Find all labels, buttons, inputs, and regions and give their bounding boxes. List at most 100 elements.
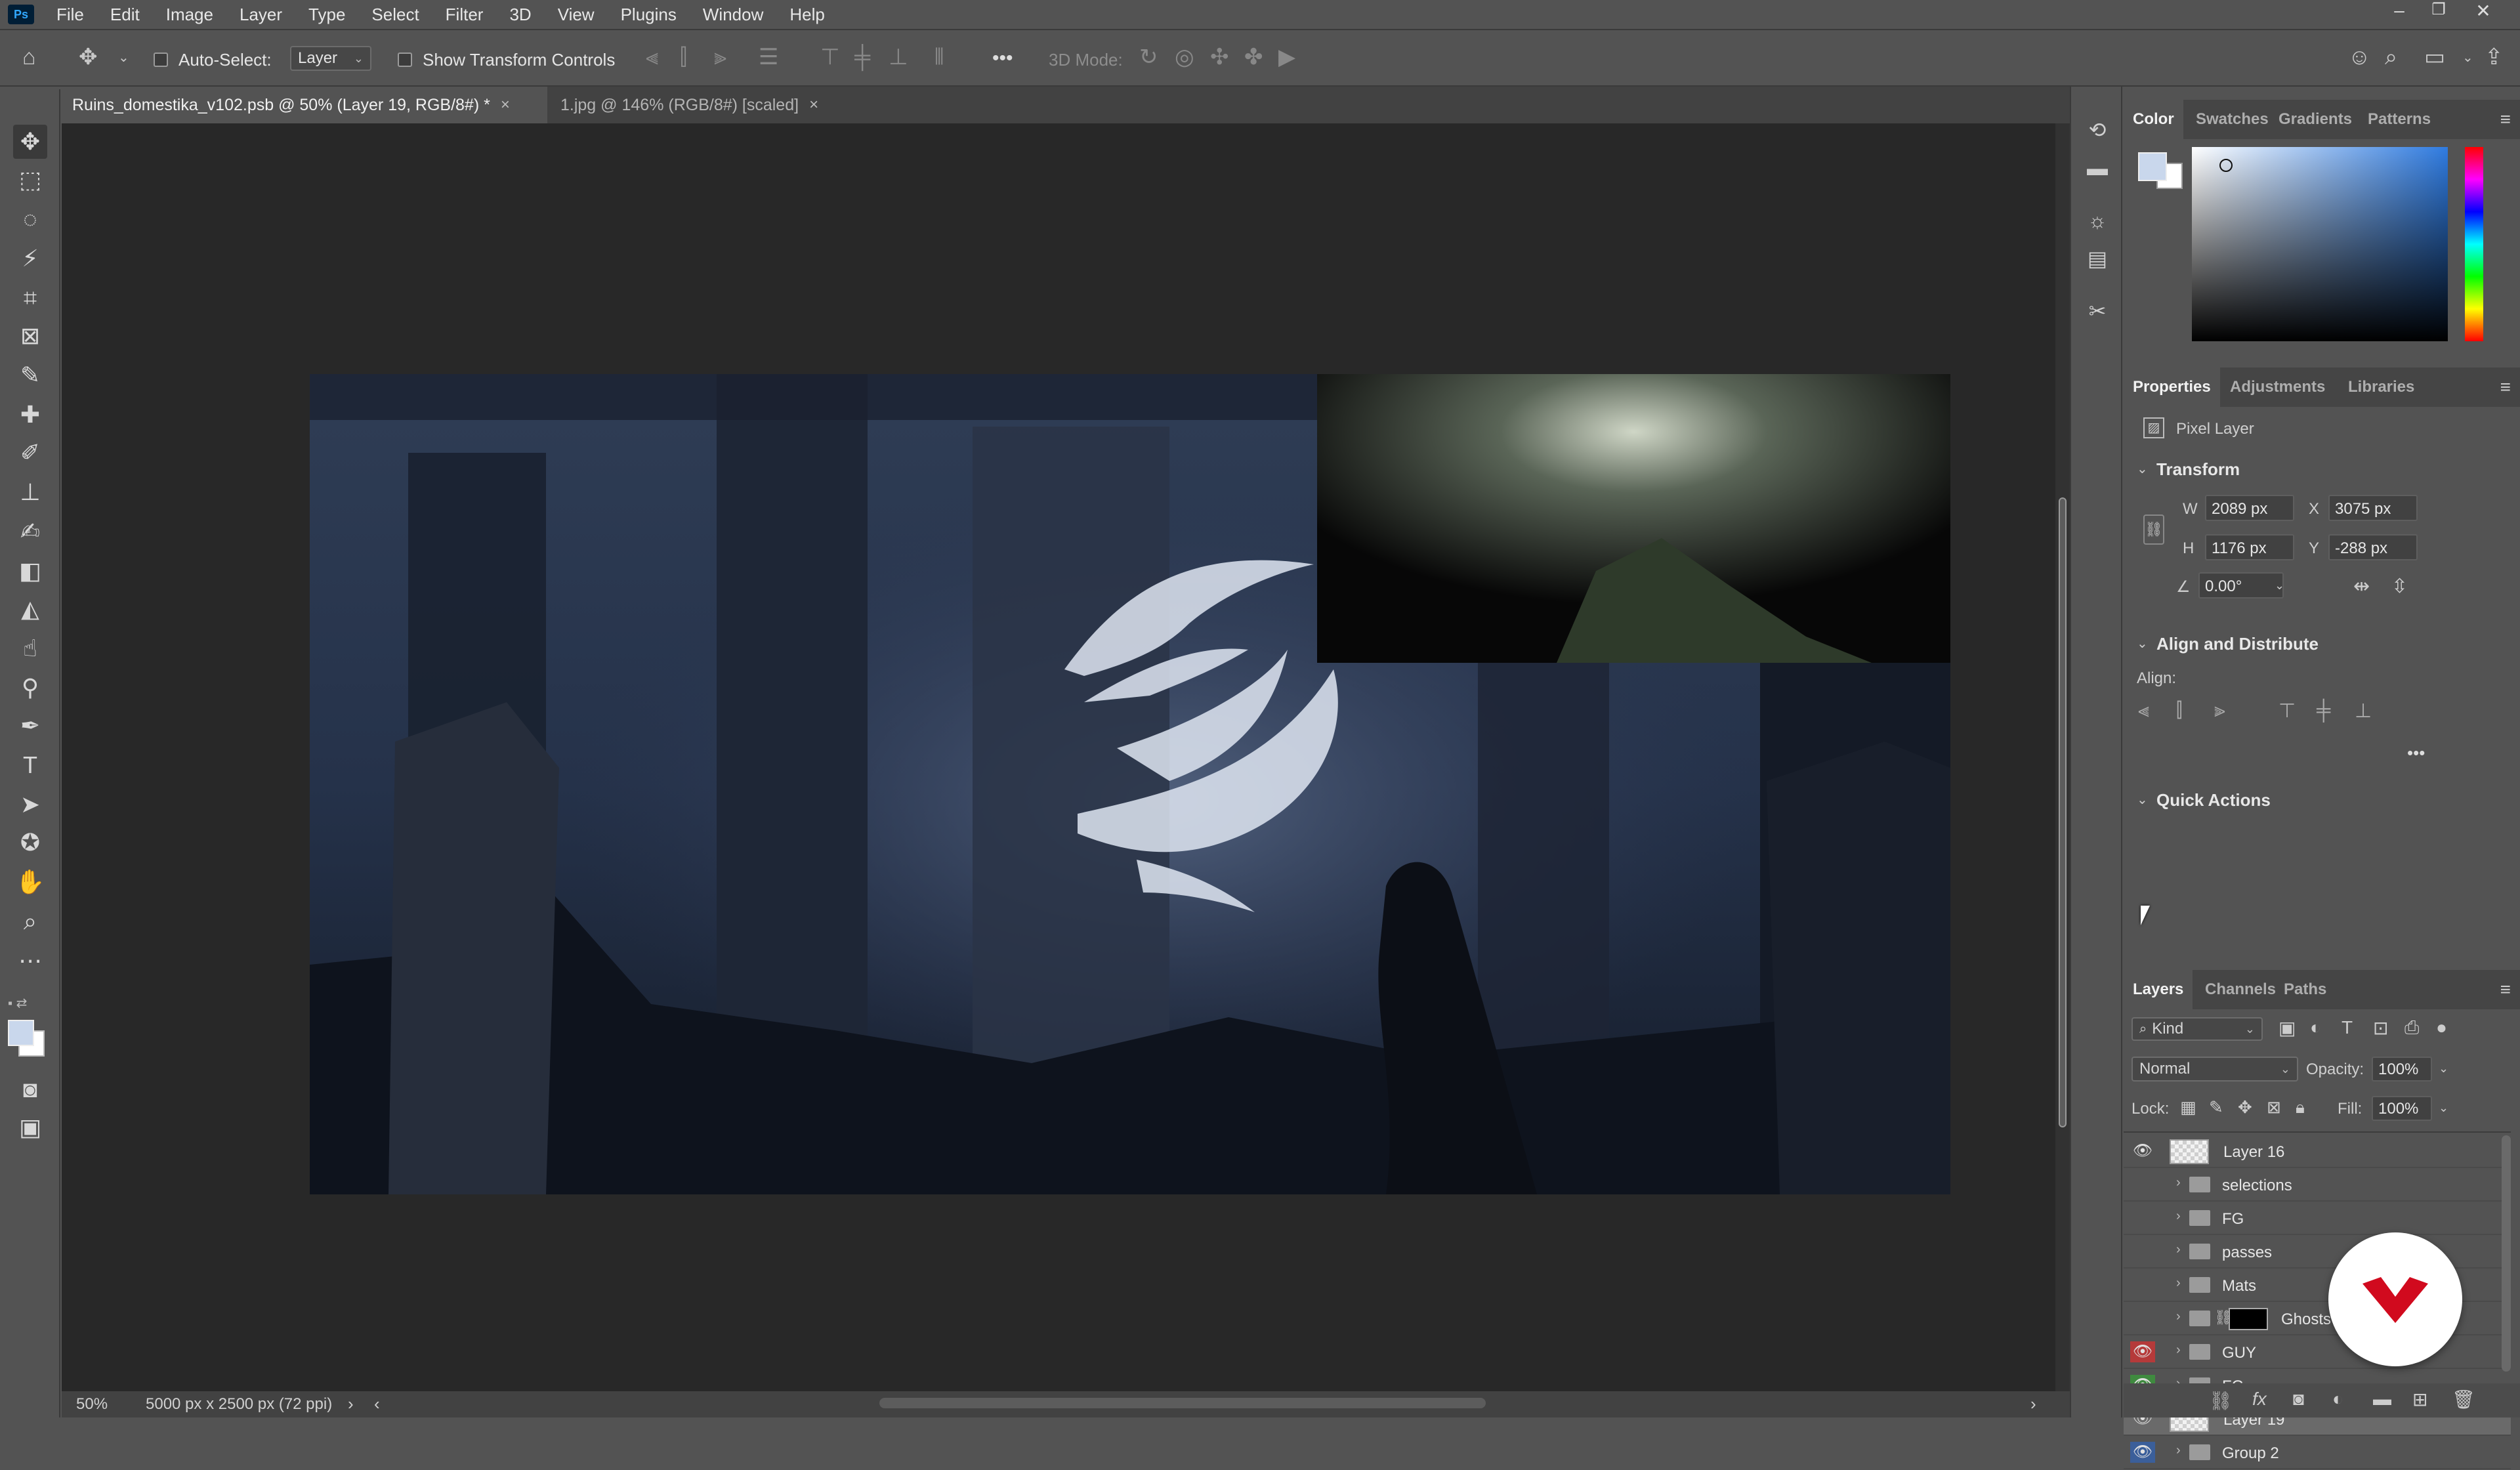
align-bottom-icon[interactable]: ⊥ — [2355, 700, 2372, 723]
height-field[interactable]: 1176 px — [2205, 534, 2294, 560]
stamp-tool-icon[interactable]: ⊥ — [13, 475, 47, 509]
hue-slider[interactable] — [2465, 147, 2483, 341]
layer-row[interactable]: › passes — [2124, 1236, 2511, 1269]
align-top-icon[interactable]: ⊤ — [2278, 700, 2296, 723]
layer-name[interactable]: Ghosts — [2281, 1311, 2331, 1329]
chevron-right-icon[interactable]: › — [2176, 1175, 2181, 1190]
foreground-color-swatch[interactable] — [8, 1020, 34, 1046]
add-mask-icon[interactable]: ◙ — [2293, 1389, 2304, 1410]
distribute-icon[interactable]: ☰ — [759, 46, 778, 68]
screen-mode-icon[interactable]: ▣ — [13, 1110, 47, 1144]
eye-empty-icon[interactable] — [2130, 1208, 2155, 1228]
show-transform-checkbox[interactable] — [398, 52, 412, 67]
layer-name[interactable]: FG — [2222, 1210, 2244, 1228]
workspace-icon[interactable]: ▭ — [2424, 46, 2445, 68]
layer-mask-thumbnail[interactable] — [2229, 1308, 2268, 1330]
chevron-right-icon[interactable]: › — [2176, 1242, 2181, 1257]
new-layer-icon[interactable]: ⊞ — [2412, 1389, 2427, 1410]
chevron-down-icon[interactable]: ⌄ — [118, 51, 129, 64]
fx-icon[interactable]: fx — [2252, 1389, 2267, 1410]
filter-adjustment-icon[interactable]: ◐ — [2310, 1017, 2321, 1038]
dodge-tool-icon[interactable]: ⚲ — [13, 671, 47, 705]
chevron-right-icon[interactable]: › — [2176, 1443, 2181, 1458]
color-picker-handle[interactable] — [2219, 159, 2233, 172]
more-align-button[interactable]: ••• — [2407, 743, 2425, 763]
layer-filter-dropdown[interactable]: ⌕ Kind ⌄ — [2132, 1017, 2263, 1041]
learn-icon[interactable]: ☺ — [2348, 46, 2371, 68]
chevron-right-icon[interactable]: › — [2176, 1276, 2181, 1291]
roll-icon[interactable]: ◎ — [1175, 46, 1194, 68]
layer-name[interactable]: Mats — [2222, 1277, 2256, 1295]
color-picker-field[interactable] — [2192, 147, 2448, 341]
lock-transparent-icon[interactable]: ▦ — [2180, 1097, 2196, 1118]
align-center-icon[interactable]: ⫿ — [680, 46, 687, 68]
width-field[interactable]: 2089 px — [2205, 495, 2294, 521]
chevron-right-icon[interactable]: › — [2176, 1343, 2181, 1358]
vertical-scroll-thumb[interactable] — [2059, 497, 2067, 1127]
adjustment-icon[interactable]: ☼ — [2084, 207, 2110, 234]
eyedropper-tool-icon[interactable]: ✎ — [13, 358, 47, 392]
eraser-tool-icon[interactable]: ◧ — [13, 554, 47, 588]
tab-gradients[interactable]: Gradients — [2269, 100, 2361, 139]
hand-tool-icon[interactable]: ✋ — [13, 865, 47, 899]
y-field[interactable]: -288 px — [2328, 534, 2418, 560]
horizontal-scroll-thumb[interactable] — [879, 1398, 1486, 1408]
layer-name[interactable]: Group 2 — [2222, 1444, 2279, 1463]
align-bottom-icon[interactable]: ⊥ — [889, 46, 908, 68]
chevron-down-icon[interactable]: ⌄ — [2462, 51, 2473, 64]
move-tool-icon[interactable]: ✥ — [79, 46, 98, 68]
chevron-down-icon[interactable]: ⌄ — [2439, 1062, 2448, 1076]
document-tab-active[interactable]: Ruins_domestika_v102.psb @ 50% (Layer 19… — [62, 87, 547, 123]
document-canvas[interactable] — [310, 374, 1950, 1194]
lock-position-icon[interactable]: ✥ — [2238, 1097, 2252, 1118]
share-icon[interactable]: ⇪ — [2485, 46, 2504, 68]
quick-mask-icon[interactable]: ◙ — [13, 1072, 47, 1106]
menu-plugins[interactable]: Plugins — [608, 5, 690, 25]
status-menu-arrow[interactable]: › — [348, 1394, 354, 1414]
marquee-tool-icon[interactable]: ⬚ — [13, 163, 47, 197]
crop-tool-icon[interactable]: ⌗ — [13, 281, 47, 315]
slide-icon[interactable]: ✤ — [1244, 46, 1263, 68]
panel-menu-icon[interactable]: ≡ — [2500, 377, 2511, 398]
minimize-button[interactable]: – — [2386, 0, 2412, 24]
menu-select[interactable]: Select — [358, 5, 432, 25]
layer-name[interactable]: Layer 16 — [2223, 1143, 2284, 1162]
align-right-icon[interactable]: ⫸ — [2214, 700, 2225, 722]
align-middle-icon[interactable]: ╪ — [854, 46, 870, 68]
tab-channels[interactable]: Channels — [2196, 970, 2285, 1009]
chevron-down-icon[interactable]: ⌄ — [2137, 791, 2148, 808]
fill-field[interactable]: 100% — [2372, 1096, 2432, 1121]
more-tools-icon[interactable]: ⋯ — [13, 944, 47, 978]
adjustment-layer-icon[interactable]: ◐ — [2332, 1389, 2343, 1410]
menu-3d[interactable]: 3D — [496, 5, 544, 25]
history-icon[interactable]: ⟲ — [2084, 117, 2110, 143]
menu-file[interactable]: File — [43, 5, 97, 25]
link-layers-icon[interactable]: ⛓ — [2209, 1390, 2233, 1412]
tab-properties[interactable]: Properties — [2124, 368, 2220, 407]
measure-icon[interactable]: ▤ — [2084, 245, 2110, 272]
align-left-icon[interactable]: ⫷ — [646, 46, 658, 68]
more-options-button[interactable]: ••• — [992, 47, 1013, 70]
new-group-icon[interactable]: ▬ — [2373, 1389, 2391, 1410]
panel-menu-icon[interactable]: ≡ — [2500, 109, 2511, 130]
layer-row[interactable]: 👁︎ Layer 16 — [2124, 1135, 2511, 1168]
chevron-down-icon[interactable]: ⌄ — [2137, 461, 2148, 477]
eye-icon[interactable]: 👁︎ — [2130, 1442, 2155, 1463]
menu-window[interactable]: Window — [690, 5, 776, 25]
tab-color[interactable]: Color — [2124, 100, 2183, 139]
home-icon[interactable]: ⌂ — [22, 46, 36, 68]
chevron-down-icon[interactable]: ⌄ — [2439, 1101, 2448, 1115]
lasso-tool-icon[interactable]: ◌ — [13, 202, 47, 236]
smudge-tool-icon[interactable]: ☝ — [13, 631, 47, 665]
layer-row[interactable]: › selections — [2124, 1169, 2511, 1202]
type-tool-icon[interactable]: T — [13, 748, 47, 782]
swap-colors-icon[interactable]: ▪ ⇄ — [8, 995, 47, 1015]
close-tab-icon[interactable]: × — [809, 96, 818, 114]
align-left-icon[interactable]: ⫷ — [2138, 700, 2149, 722]
lock-image-icon[interactable]: ✎ — [2209, 1097, 2223, 1118]
lock-all-icon[interactable]: 🔒︎ — [2296, 1097, 2305, 1118]
pen-tool-icon[interactable]: ✒ — [13, 709, 47, 743]
zoom-level[interactable]: 50% — [76, 1395, 108, 1414]
eye-empty-icon[interactable] — [2130, 1174, 2155, 1195]
tab-layers[interactable]: Layers — [2124, 970, 2193, 1009]
